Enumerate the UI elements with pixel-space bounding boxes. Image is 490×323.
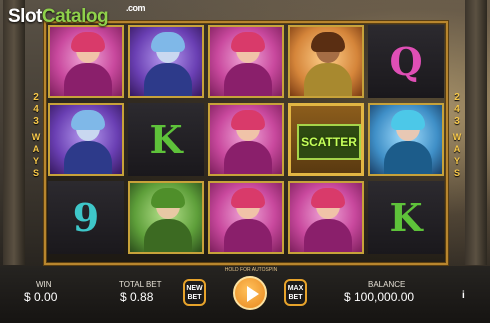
blue-mage-symbol <box>48 103 124 176</box>
background-pillar <box>465 0 487 265</box>
q-symbol: Q <box>368 25 444 98</box>
background-pillar <box>3 0 25 265</box>
golden-girl-symbol <box>288 25 364 98</box>
punk-girl-symbol <box>208 25 284 98</box>
scatter-symbol: SCATTER <box>288 103 364 176</box>
info-icon[interactable]: i <box>462 290 465 301</box>
max-bet-button[interactable]: MAX BET <box>284 279 307 306</box>
total-bet-value: $ 0.88 <box>120 290 154 304</box>
punk-girl-symbol <box>208 181 284 254</box>
punk-girl-symbol <box>288 181 364 254</box>
punk-girl-symbol <box>208 103 284 176</box>
balance-label: BALANCE <box>368 280 406 289</box>
total-bet-label: TOTAL BET <box>119 280 162 289</box>
win-value: $ 0.00 <box>24 290 58 304</box>
green-elf-symbol <box>128 181 204 254</box>
k-symbol: K <box>128 103 204 176</box>
ways-indicator-left: 243 WAYS <box>31 92 41 178</box>
ways-indicator-right: 243 WAYS <box>452 92 462 178</box>
hold-for-autospin-label: HOLD FOR AUTOSPIN <box>224 267 278 273</box>
slotcatalog-logo: SlotCatalog .com <box>8 3 146 27</box>
nine-symbol: 9 <box>48 181 124 254</box>
reel-grid: Q K SCATTER 9 K <box>46 23 446 263</box>
blue-mage-symbol <box>128 25 204 98</box>
win-label: WIN <box>36 280 52 289</box>
balance-value: $ 100,000.00 <box>344 290 415 304</box>
k-symbol: K <box>368 181 444 254</box>
blue-girl-symbol <box>368 103 444 176</box>
new-bet-button[interactable]: NEW BET <box>183 279 206 306</box>
play-icon <box>247 286 259 302</box>
spin-button[interactable] <box>233 276 267 310</box>
punk-girl-symbol <box>48 25 124 98</box>
